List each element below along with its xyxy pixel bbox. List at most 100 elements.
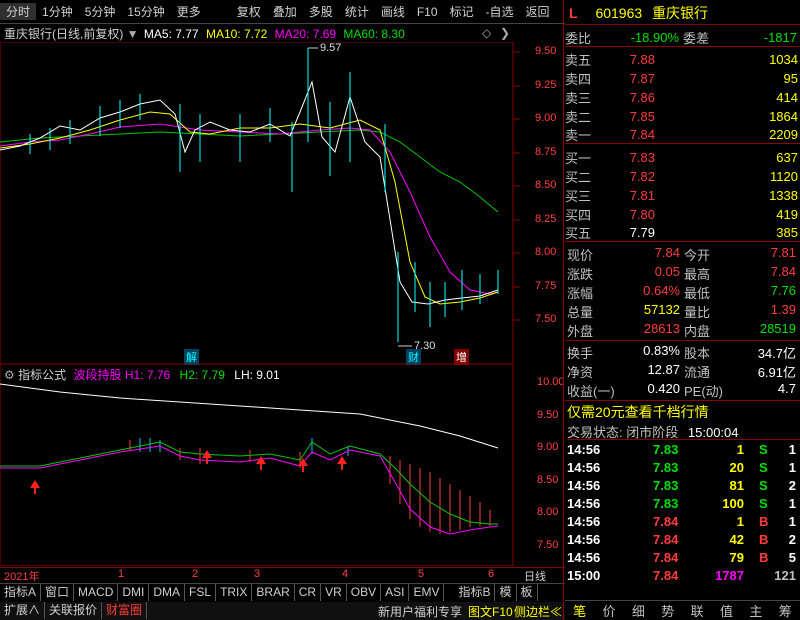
promo-link[interactable]: 新用户福利专享	[378, 603, 462, 620]
ask-row[interactable]: 卖四 7.87 95	[565, 69, 800, 87]
ask-label: 卖四	[565, 71, 592, 87]
tab-value[interactable]: 值	[720, 601, 733, 620]
trade-status-state: 闭市阶段	[626, 425, 679, 440]
bid-row[interactable]: 买五 7.79 385	[565, 224, 800, 242]
tab-chips[interactable]: 筹	[779, 601, 792, 620]
axis-label: 8.50	[535, 179, 557, 191]
ask-row[interactable]: 卖二 7.85 1864	[565, 107, 800, 125]
event-tag-finance[interactable]: 财	[406, 349, 421, 365]
price-chart[interactable]	[0, 42, 565, 364]
bid-price: 7.83	[629, 149, 655, 165]
tick-price: 7.84	[653, 568, 679, 583]
tick-time: 14:56	[567, 460, 601, 475]
toolbar-item[interactable]: 统计	[339, 3, 375, 20]
level2-promo[interactable]: 仅需20元查看千档行情	[567, 402, 709, 422]
tab-window[interactable]: 窗口	[41, 584, 75, 601]
toolbar-item[interactable]: 15分钟	[121, 3, 170, 20]
price-axis-grid	[513, 51, 520, 321]
tab-detail[interactable]: 细	[632, 601, 645, 620]
ask-row[interactable]: 卖一 7.84 2209	[565, 126, 800, 144]
tab-board[interactable]: 板	[517, 584, 538, 601]
quote-label: 流通	[684, 365, 711, 380]
quote-row: 涨幅 0.64% 最低 7.76	[565, 283, 800, 301]
month-label: 2	[192, 568, 199, 580]
chevron-right-icon[interactable]: ❯	[500, 26, 510, 40]
indicator-chart[interactable]	[0, 364, 565, 566]
toolbar-item[interactable]: F10	[411, 5, 444, 19]
quote-label: 涨跌	[567, 267, 594, 282]
sidebar-button[interactable]: 侧边栏≪	[514, 603, 562, 620]
tab-asi[interactable]: ASI	[381, 584, 410, 601]
weicha-value: -1817	[763, 30, 797, 45]
toolbar-item[interactable]: 复权	[231, 3, 267, 20]
related-quotes-button[interactable]: 关联报价	[45, 602, 103, 619]
expand-button[interactable]: 扩展∧	[0, 602, 46, 619]
axis-label: 9.25	[535, 79, 557, 91]
toolbar-item[interactable]: 1分钟	[36, 3, 79, 20]
tab-vr[interactable]: VR	[321, 584, 347, 601]
lh-line	[0, 383, 499, 449]
axis-label: 9.50	[537, 409, 559, 421]
tab-trend[interactable]: 势	[661, 601, 674, 620]
toolbar-item[interactable]: 画线	[375, 3, 411, 20]
event-tag-increase[interactable]: 增	[454, 349, 469, 365]
tab-obv[interactable]: OBV	[347, 584, 382, 601]
toolbar-item[interactable]: 分时	[0, 3, 37, 20]
tab-price[interactable]: 价	[603, 601, 616, 620]
wealth-circle-button[interactable]: 财富圈	[102, 602, 148, 619]
toolbar-item[interactable]: 叠加	[267, 3, 303, 20]
tick-count: 2	[788, 532, 796, 547]
dropdown-icon[interactable]: ▼	[127, 27, 139, 41]
tab-dmi[interactable]: DMI	[118, 584, 150, 601]
tab-dma[interactable]: DMA	[149, 584, 186, 601]
toolbar-item[interactable]: 标记	[444, 3, 480, 20]
tick-row: 15:00 7.84 1787 121	[565, 568, 800, 586]
quote-value: 6.91亿	[757, 365, 796, 380]
tab-emv[interactable]: EMV	[409, 584, 445, 601]
toolbar-item[interactable]: 5分钟	[79, 3, 122, 20]
weibi-label: 委比	[565, 31, 592, 46]
tab-template[interactable]: 模	[495, 584, 517, 601]
f10-button[interactable]: 图文F10	[468, 603, 513, 620]
bid-row[interactable]: 买四 7.80 419	[565, 205, 800, 223]
quote-label: 量比	[684, 305, 711, 320]
ask-price: 7.86	[629, 89, 655, 105]
toolbar-item[interactable]: -自选	[480, 3, 520, 20]
quote-value: 28519	[759, 321, 796, 336]
tab-macd[interactable]: MACD	[74, 584, 119, 601]
settings-icon[interactable]: ◇	[482, 26, 491, 40]
chart-title: 重庆银行(日线,前复权)	[4, 27, 124, 41]
right-tabs: 笔 价 细 势 联 值 主 筹	[565, 600, 800, 620]
tab-indicator-a[interactable]: 指标A	[0, 584, 42, 601]
tab-fsl[interactable]: FSL	[185, 584, 217, 601]
tab-link[interactable]: 联	[691, 601, 704, 620]
quote-label: 内盘	[684, 324, 711, 339]
bid-row[interactable]: 买二 7.82 1120	[565, 167, 800, 185]
period-label[interactable]: 日线	[524, 568, 546, 584]
tick-price: 7.83	[653, 496, 679, 511]
bid-row[interactable]: 买一 7.83 637	[565, 148, 800, 166]
tick-count: 5	[788, 550, 796, 565]
ask-row[interactable]: 卖三 7.86 414	[565, 88, 800, 106]
tab-main[interactable]: 主	[749, 601, 762, 620]
bid-row[interactable]: 买三 7.81 1338	[565, 186, 800, 204]
ask-row[interactable]: 卖五 7.88 1034	[565, 50, 800, 68]
tick-side: B	[759, 550, 769, 565]
tick-side: S	[759, 496, 768, 511]
month-label: 6	[488, 568, 495, 580]
toolbar-item[interactable]: 更多	[171, 3, 207, 20]
quote-row: 收益(一) 0.420 PE(动) 4.7	[565, 381, 800, 401]
toolbar-item[interactable]: 多股	[303, 3, 339, 20]
tick-count: 1	[788, 496, 796, 511]
tab-brar[interactable]: BRAR	[252, 584, 295, 601]
event-tag-unlock[interactable]: 解	[184, 349, 199, 365]
tab-trix[interactable]: TRIX	[216, 584, 253, 601]
toolbar-item[interactable]: 返回	[520, 3, 556, 20]
tab-trades[interactable]: 笔	[573, 601, 586, 620]
x-axis: 2021年 1 2 3 4 5 6 日线	[0, 567, 565, 584]
tab-indicator-b[interactable]: 指标B	[454, 584, 496, 601]
quote-label: PE(动)	[684, 384, 724, 399]
ask-price: 7.87	[629, 70, 655, 86]
tab-cr[interactable]: CR	[295, 584, 322, 601]
quote-value: 7.76	[770, 283, 796, 298]
